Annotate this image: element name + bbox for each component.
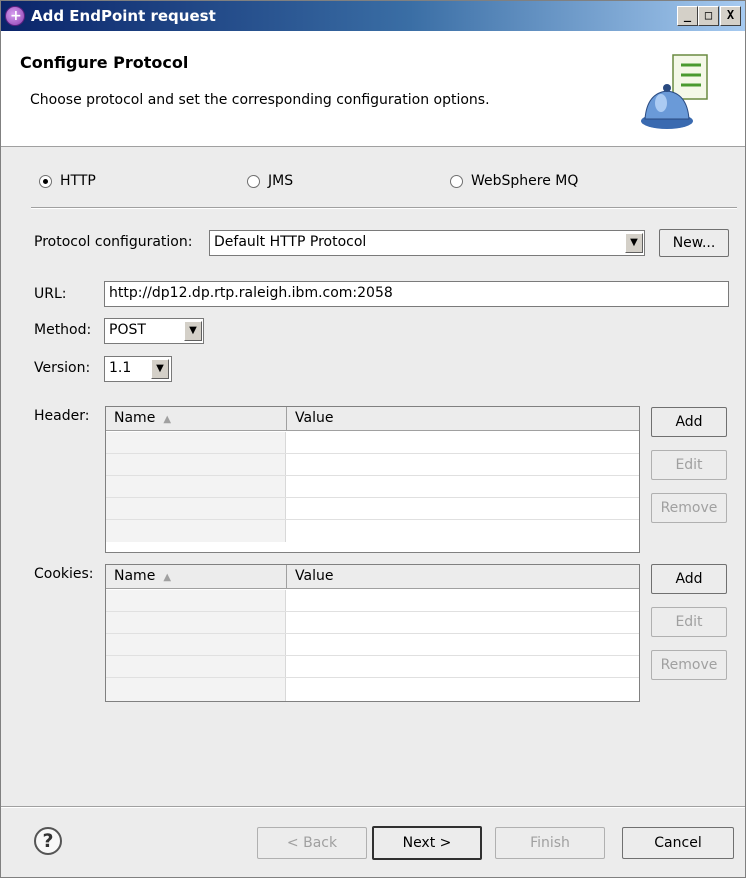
back-button[interactable]: < Back [257, 827, 367, 859]
method-label: Method: [34, 322, 92, 338]
radio-label: WebSphere MQ [471, 173, 579, 189]
separator [31, 207, 737, 209]
protocol-configuration-label: Protocol configuration: [34, 234, 193, 250]
radio-label: JMS [268, 173, 294, 189]
table-row[interactable] [106, 656, 639, 678]
table-row[interactable] [106, 678, 639, 701]
minimize-button[interactable]: _ [677, 6, 698, 26]
table-row[interactable] [106, 520, 639, 542]
chevron-down-icon[interactable]: ▼ [184, 321, 202, 341]
radio-jms[interactable]: JMS [247, 172, 293, 190]
next-button[interactable]: Next > [372, 826, 482, 860]
table-row[interactable] [106, 590, 639, 612]
page-description: Choose protocol and set the correspondin… [30, 92, 490, 108]
table-row[interactable] [106, 454, 639, 476]
separator [1, 806, 745, 808]
value-column-header[interactable]: Value [287, 407, 639, 431]
finish-button[interactable]: Finish [495, 827, 605, 859]
page-title: Configure Protocol [20, 53, 189, 72]
header-table[interactable]: Name ▲ Value [105, 406, 640, 553]
header-label: Header: [34, 408, 90, 424]
table-header: Name ▲ Value [106, 407, 639, 431]
cookies-edit-button[interactable]: Edit [651, 607, 727, 637]
name-column-header[interactable]: Name ▲ [106, 407, 287, 431]
table-row[interactable] [106, 476, 639, 498]
chevron-down-icon[interactable]: ▼ [625, 233, 643, 253]
app-icon: + [5, 6, 25, 26]
cookies-add-button[interactable]: Add [651, 564, 727, 594]
value-column-header[interactable]: Value [287, 565, 639, 589]
window-title: Add EndPoint request [31, 7, 216, 25]
radio-dot [450, 174, 463, 188]
cookies-label: Cookies: [34, 566, 94, 582]
table-row[interactable] [106, 432, 639, 454]
table-row[interactable] [106, 612, 639, 634]
close-button[interactable]: X [720, 6, 741, 26]
wizard-banner: Configure Protocol Choose protocol and s… [1, 31, 745, 147]
header-add-button[interactable]: Add [651, 407, 727, 437]
wizard-bell-icon [641, 54, 708, 129]
cancel-button[interactable]: Cancel [622, 827, 734, 859]
radio-dot [247, 174, 260, 188]
maximize-button[interactable]: □ [698, 6, 719, 26]
sort-up-icon: ▲ [163, 572, 172, 583]
title-bar[interactable]: + Add EndPoint request _ □ X [1, 1, 745, 31]
header-remove-button[interactable]: Remove [651, 493, 727, 523]
cookies-remove-button[interactable]: Remove [651, 650, 727, 680]
version-label: Version: [34, 360, 91, 376]
url-label: URL: [34, 286, 67, 302]
chevron-down-icon[interactable]: ▼ [151, 359, 169, 379]
table-row[interactable] [106, 498, 639, 520]
sort-up-icon: ▲ [163, 414, 172, 425]
radio-label: HTTP [60, 173, 96, 189]
header-edit-button[interactable]: Edit [651, 450, 727, 480]
new-protocol-button[interactable]: New... [659, 229, 729, 257]
radio-http[interactable]: HTTP [39, 172, 96, 190]
table-header: Name ▲ Value [106, 565, 639, 589]
url-input[interactable]: http://dp12.dp.rtp.raleigh.ibm.com:2058 [104, 281, 729, 307]
radio-websphere-mq[interactable]: WebSphere MQ [450, 172, 578, 190]
help-icon[interactable]: ? [34, 827, 62, 855]
protocol-configuration-select[interactable]: Default HTTP Protocol [209, 230, 645, 256]
dialog-window: + Add EndPoint request _ □ X Configure P… [0, 0, 746, 878]
radio-dot-selected [39, 174, 52, 188]
cookies-table[interactable]: Name ▲ Value [105, 564, 640, 702]
name-column-header[interactable]: Name ▲ [106, 565, 287, 589]
table-row[interactable] [106, 634, 639, 656]
